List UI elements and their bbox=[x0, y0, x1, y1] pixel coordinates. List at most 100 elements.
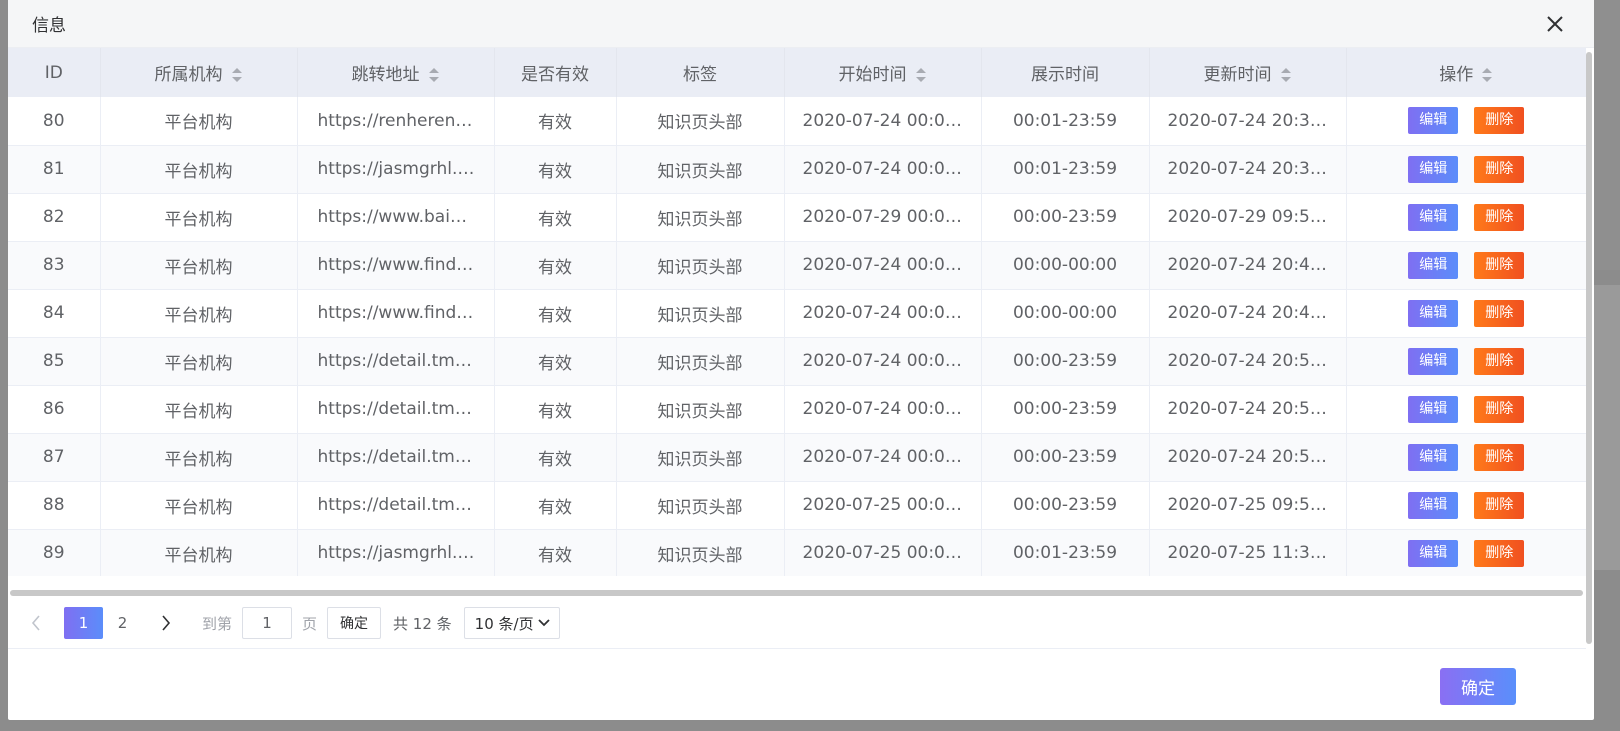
delete-button[interactable]: 删除 bbox=[1474, 107, 1525, 135]
cell-show: 00:00-23:59 bbox=[981, 481, 1150, 530]
total-count: 共 12 条 bbox=[393, 614, 452, 633]
cell-tag: 知识页头部 bbox=[616, 481, 785, 530]
cell-url: https://www.findl... bbox=[297, 241, 495, 290]
page-2-button[interactable]: 2 bbox=[103, 607, 142, 639]
cell-start: 2020-07-25 00:00... bbox=[784, 481, 982, 530]
table-row: 87 平台机构 https://detail.tma... 有效 知识页头部 2020-0… bbox=[8, 433, 1586, 482]
cell-valid: 有效 bbox=[494, 145, 617, 194]
cell-org: 平台机构 bbox=[100, 337, 298, 386]
ok-button[interactable]: 确定 bbox=[1440, 668, 1516, 705]
edit-button[interactable]: 编辑 bbox=[1408, 443, 1459, 471]
info-dialog: 信息 ID 所属机构 跳转地址 是否有效 标签 开始时间 展示时间 更新时间 操作 80 平台机构… bbox=[8, 0, 1594, 720]
cell-url: https://jasmgrhl.t... bbox=[297, 145, 495, 194]
delete-button[interactable]: 删除 bbox=[1474, 299, 1525, 327]
cell-valid: 有效 bbox=[494, 529, 617, 576]
chevron-right-icon[interactable] bbox=[154, 608, 178, 638]
sort-icon[interactable] bbox=[428, 66, 440, 84]
goto-page-input[interactable] bbox=[242, 607, 293, 639]
cell-valid: 有效 bbox=[494, 337, 617, 386]
cell-id: 87 bbox=[8, 433, 101, 482]
cell-org: 平台机构 bbox=[100, 145, 298, 194]
cell-actions: 编辑 删除 bbox=[1346, 193, 1586, 242]
cell-org: 平台机构 bbox=[100, 241, 298, 290]
cell-updated: 2020-07-24 20:54... bbox=[1149, 337, 1347, 386]
edit-button[interactable]: 编辑 bbox=[1408, 491, 1459, 519]
page-1-button[interactable]: 1 bbox=[64, 607, 103, 639]
sort-icon[interactable] bbox=[1280, 66, 1292, 84]
cell-updated: 2020-07-24 20:38... bbox=[1149, 97, 1347, 146]
cell-url: https://detail.tma... bbox=[297, 337, 495, 386]
column-header[interactable]: 操作 bbox=[1346, 48, 1586, 97]
edit-button[interactable]: 编辑 bbox=[1408, 203, 1459, 231]
goto-confirm-button[interactable]: 确定 bbox=[327, 607, 382, 639]
column-header[interactable]: 更新时间 bbox=[1149, 48, 1347, 97]
cell-id: 86 bbox=[8, 385, 101, 434]
cell-start: 2020-07-25 00:00... bbox=[784, 529, 982, 576]
delete-button[interactable]: 删除 bbox=[1474, 251, 1525, 279]
cell-start: 2020-07-24 00:00... bbox=[784, 241, 982, 290]
cell-show: 00:00-23:59 bbox=[981, 337, 1150, 386]
delete-button[interactable]: 删除 bbox=[1474, 443, 1525, 471]
cell-show: 00:01-23:59 bbox=[981, 529, 1150, 576]
edit-button[interactable]: 编辑 bbox=[1408, 155, 1459, 183]
cell-show: 00:00-23:59 bbox=[981, 385, 1150, 434]
delete-button[interactable]: 删除 bbox=[1474, 491, 1525, 519]
cell-start: 2020-07-24 00:00... bbox=[784, 145, 982, 194]
cell-valid: 有效 bbox=[494, 193, 617, 242]
delete-button[interactable]: 删除 bbox=[1474, 347, 1525, 375]
table-row: 85 平台机构 https://detail.tma... 有效 知识页头部 2020-0… bbox=[8, 337, 1586, 386]
data-table: ID 所属机构 跳转地址 是否有效 标签 开始时间 展示时间 更新时间 操作 80 平台机构 htt… bbox=[8, 48, 1586, 576]
cell-url: https://detail.tma... bbox=[297, 385, 495, 434]
column-header[interactable]: 所属机构 bbox=[100, 48, 298, 97]
edit-button[interactable]: 编辑 bbox=[1408, 299, 1459, 327]
edit-button[interactable]: 编辑 bbox=[1408, 347, 1459, 375]
sort-icon[interactable] bbox=[1481, 66, 1493, 84]
column-header: 展示时间 bbox=[981, 48, 1150, 97]
column-header[interactable]: 开始时间 bbox=[784, 48, 982, 97]
sort-icon[interactable] bbox=[231, 66, 243, 84]
delete-button[interactable]: 删除 bbox=[1474, 395, 1525, 423]
edit-button[interactable]: 编辑 bbox=[1408, 539, 1459, 567]
cell-actions: 编辑 删除 bbox=[1346, 385, 1586, 434]
edit-button[interactable]: 编辑 bbox=[1408, 107, 1459, 135]
cell-valid: 有效 bbox=[494, 433, 617, 482]
chevron-left-icon[interactable] bbox=[24, 608, 48, 638]
cell-updated: 2020-07-24 20:38... bbox=[1149, 145, 1347, 194]
table-row: 88 平台机构 https://detail.tma... 有效 知识页头部 2020-0… bbox=[8, 481, 1586, 530]
horizontal-scrollbar[interactable] bbox=[10, 590, 1583, 596]
cell-valid: 有效 bbox=[494, 241, 617, 290]
cell-org: 平台机构 bbox=[100, 289, 298, 338]
table-body: 80 平台机构 https://renherenx... 有效 知识页头部 2020-07… bbox=[8, 97, 1586, 576]
cell-actions: 编辑 删除 bbox=[1346, 289, 1586, 338]
column-header-label: ID bbox=[44, 62, 63, 83]
cell-url: https://renherenx... bbox=[297, 97, 495, 146]
cell-id: 83 bbox=[8, 241, 101, 290]
sort-icon[interactable] bbox=[915, 66, 927, 84]
cell-start: 2020-07-24 00:00... bbox=[784, 385, 982, 434]
column-header: 标签 bbox=[616, 48, 785, 97]
column-header[interactable]: 跳转地址 bbox=[297, 48, 495, 97]
cell-id: 89 bbox=[8, 529, 101, 576]
cell-actions: 编辑 删除 bbox=[1346, 241, 1586, 290]
delete-button[interactable]: 删除 bbox=[1474, 203, 1525, 231]
edit-button[interactable]: 编辑 bbox=[1408, 251, 1459, 279]
cell-org: 平台机构 bbox=[100, 529, 298, 576]
edit-button[interactable]: 编辑 bbox=[1408, 395, 1459, 423]
delete-button[interactable]: 删除 bbox=[1474, 155, 1525, 183]
cell-tag: 知识页头部 bbox=[616, 433, 785, 482]
cell-updated: 2020-07-25 09:59... bbox=[1149, 481, 1347, 530]
cell-url: https://www.baid... bbox=[297, 193, 495, 242]
dialog-header: 信息 bbox=[8, 0, 1594, 48]
cell-url: https://detail.tma... bbox=[297, 433, 495, 482]
cell-org: 平台机构 bbox=[100, 193, 298, 242]
cell-show: 00:00-23:59 bbox=[981, 193, 1150, 242]
delete-button[interactable]: 删除 bbox=[1474, 539, 1525, 567]
cell-id: 81 bbox=[8, 145, 101, 194]
page-size-select[interactable]: 10 条/页 bbox=[463, 607, 560, 639]
cell-tag: 知识页头部 bbox=[616, 337, 785, 386]
cell-valid: 有效 bbox=[494, 385, 617, 434]
vertical-scrollbar[interactable] bbox=[1586, 52, 1592, 644]
cell-org: 平台机构 bbox=[100, 385, 298, 434]
close-icon[interactable] bbox=[1540, 9, 1570, 39]
cell-actions: 编辑 删除 bbox=[1346, 529, 1586, 576]
